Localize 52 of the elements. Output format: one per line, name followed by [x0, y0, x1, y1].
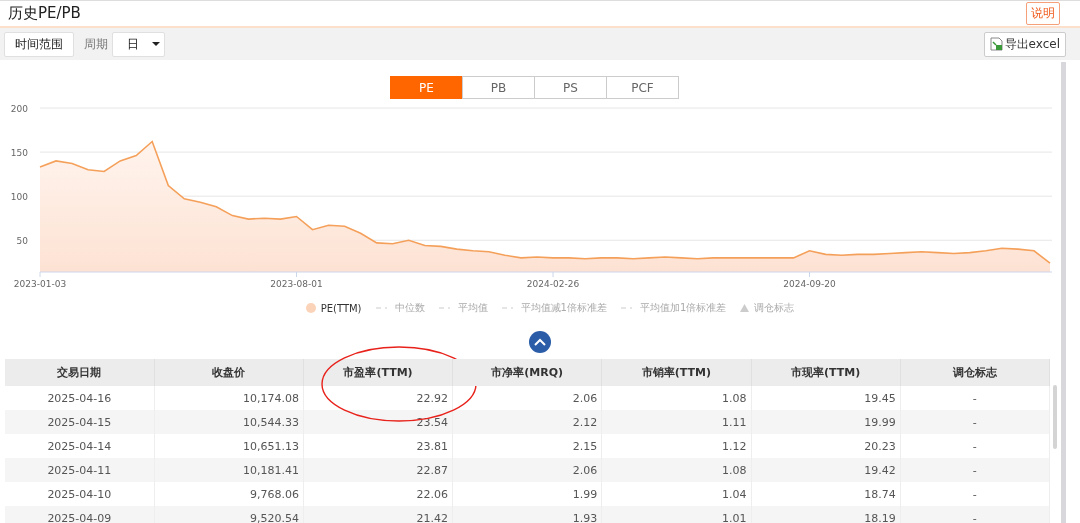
- page-title: 历史PE/PB: [8, 4, 81, 23]
- table-cell: 1.08: [601, 458, 751, 482]
- table-cell: 1.11: [601, 410, 751, 434]
- metric-tab[interactable]: PB: [462, 76, 535, 99]
- table-cell: 2025-04-11: [5, 458, 155, 482]
- page-scrollbar[interactable]: [1061, 62, 1066, 523]
- table-cell: 10,181.41: [154, 458, 304, 482]
- table-cell: 2.12: [452, 410, 602, 434]
- table-cell: 1.93: [452, 506, 602, 523]
- metric-tab[interactable]: PS: [534, 76, 607, 99]
- table-cell: 10,544.33: [154, 410, 304, 434]
- column-header: 交易日期: [5, 359, 155, 386]
- column-header: 市现率(TTM): [751, 359, 901, 386]
- column-header: 市销率(TTM): [601, 359, 751, 386]
- y-tick-label: 50: [16, 236, 28, 247]
- collapse-button[interactable]: [529, 331, 551, 353]
- column-header: 市净率(MRQ): [452, 359, 602, 386]
- table-cell: -: [900, 410, 1050, 434]
- spreadsheet-icon: [989, 37, 1004, 51]
- period-select[interactable]: 日: [112, 31, 165, 57]
- table-cell: 19.99: [751, 410, 901, 434]
- table-cell: 18.19: [751, 506, 901, 523]
- y-tick-label: 100: [10, 192, 28, 203]
- help-button[interactable]: 说明: [1026, 2, 1060, 25]
- x-tick-label: 2023-01-03: [13, 279, 67, 289]
- table-cell: 23.54: [303, 410, 453, 434]
- scrollbar[interactable]: [1053, 385, 1057, 449]
- table-cell: -: [900, 506, 1050, 523]
- table-cell: -: [900, 458, 1050, 482]
- chevron-up-icon: [534, 338, 546, 346]
- table-cell: 2.06: [452, 458, 602, 482]
- period-label: 周期: [84, 35, 108, 53]
- caret-icon: [152, 42, 160, 46]
- metric-tab[interactable]: PCF: [606, 76, 679, 99]
- table-cell: 21.42: [303, 506, 453, 523]
- table-cell: 2025-04-09: [5, 506, 155, 523]
- legend-label[interactable]: PE(TTM): [320, 302, 362, 314]
- column-header: 收盘价: [154, 359, 304, 386]
- time-range-button[interactable]: 时间范围: [4, 31, 74, 57]
- x-tick-label: 2024-02-26: [526, 279, 580, 289]
- table-cell: 19.42: [751, 458, 901, 482]
- table-cell: 1.01: [601, 506, 751, 523]
- table-cell: 2025-04-15: [5, 410, 155, 434]
- y-tick-label: 200: [10, 104, 28, 114]
- metric-tab[interactable]: PE: [390, 76, 463, 99]
- y-tick-label: 150: [10, 148, 28, 159]
- column-header: 调仓标志: [900, 359, 1050, 386]
- table-cell: 9,520.54: [154, 506, 304, 523]
- export-button[interactable]: 导出excel: [983, 31, 1066, 57]
- table-cell: 22.87: [303, 458, 453, 482]
- x-tick-label: 2024-09-20: [783, 279, 836, 289]
- x-tick-label: 2023-08-01: [270, 279, 323, 289]
